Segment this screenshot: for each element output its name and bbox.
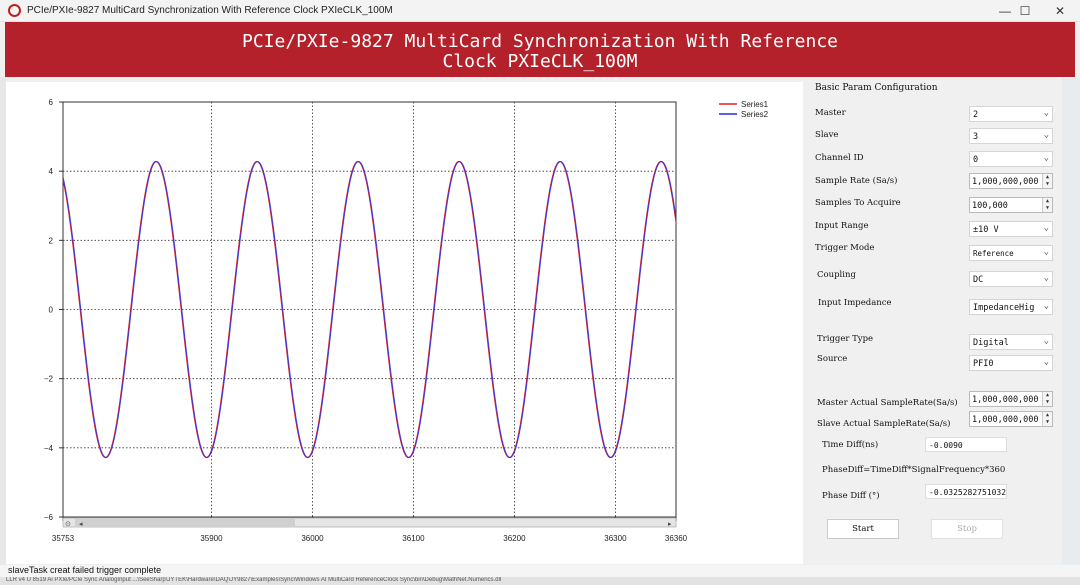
maximize-button[interactable]: ☐ xyxy=(1005,0,1045,22)
chevron-down-icon: ⌄ xyxy=(1043,153,1049,163)
title-bar: PCIe/PXIe-9827 MultiCard Synchronization… xyxy=(0,0,1080,22)
spin-arrows-icon[interactable]: ▲ ▼ xyxy=(1042,174,1052,188)
master-select[interactable]: 2 ⌄ xyxy=(969,106,1053,122)
banner-title-line1: PCIe/PXIe-9827 MultiCard Synchronization… xyxy=(241,31,839,52)
slave-actual-label: Slave Actual SampleRate(Sa/s) xyxy=(817,419,951,429)
trigger-mode-value: Reference xyxy=(973,249,1014,258)
source-label: Source xyxy=(817,354,848,364)
impedance-select[interactable]: ImpedanceHig ⌄ xyxy=(969,299,1053,315)
chevron-down-icon: ⌄ xyxy=(1043,130,1049,140)
right-edge xyxy=(1062,78,1080,565)
header-banner: PCIe/PXIe-9827 MultiCard Synchronization… xyxy=(5,22,1075,77)
x-tick-label: 35900 xyxy=(200,534,223,543)
x-tick-label: 35753 xyxy=(52,534,75,543)
channel-select[interactable]: 0 ⌄ xyxy=(969,151,1053,167)
x-tick-label: 36300 xyxy=(604,534,627,543)
channel-label: Channel ID xyxy=(815,153,864,163)
y-tick-label: −6 xyxy=(44,513,54,522)
chevron-down-icon: ⌄ xyxy=(1043,108,1049,118)
coupling-value: DC xyxy=(973,275,984,285)
trigger-mode-select[interactable]: Reference ⌄ xyxy=(969,245,1053,261)
waveform-chart: 35753 35900 36000 36100 36200 36300 36360 6 4 2 0 −… xyxy=(6,82,803,564)
trigger-type-value: Digital xyxy=(973,338,1009,348)
master-actual-value: 1,000,000,000 xyxy=(972,395,1039,405)
samples-input[interactable]: 100,000 ▲ ▼ xyxy=(969,197,1053,213)
x-tick-label: 36100 xyxy=(402,534,425,543)
phase-formula: PhaseDiff=TimeDiff*SignalFrequency*360 xyxy=(822,465,1006,475)
impedance-value: ImpedanceHig xyxy=(973,303,1035,313)
spin-arrows-icon[interactable]: ▲ ▼ xyxy=(1042,412,1052,426)
scroll-left-icon: ◂ xyxy=(79,521,83,528)
chevron-down-icon: ⌄ xyxy=(1043,223,1049,233)
coupling-label: Coupling xyxy=(817,270,856,280)
scroll-right-icon: ▸ xyxy=(668,521,672,528)
phase-diff-field[interactable]: -0.0325282751032410 xyxy=(925,484,1007,499)
input-range-select[interactable]: ±10 V ⌄ xyxy=(969,221,1053,237)
zoom-reset-icon: ⊙ xyxy=(65,521,71,528)
slave-select[interactable]: 3 ⌄ xyxy=(969,128,1053,144)
time-diff-field[interactable]: -0.0090 xyxy=(925,437,1007,452)
sample-rate-value: 1,000,000,000 xyxy=(972,177,1039,187)
samples-value: 100,000 xyxy=(972,201,1008,211)
master-actual-label: Master Actual SampleRate(Sa/s) xyxy=(817,398,958,408)
coupling-select[interactable]: DC ⌄ xyxy=(969,271,1053,287)
stop-button[interactable]: Stop xyxy=(931,519,1003,539)
sample-rate-input[interactable]: 1,000,000,000 ▲ ▼ xyxy=(969,173,1053,189)
trigger-mode-label: Trigger Mode xyxy=(815,243,875,253)
trigger-type-label: Trigger Type xyxy=(817,334,874,344)
spin-arrows-icon[interactable]: ▲ ▼ xyxy=(1042,198,1052,212)
window-title: PCIe/PXIe-9827 MultiCard Synchronization… xyxy=(27,5,393,16)
banner-title-line2: Clock PXIeCLK_100M xyxy=(442,51,638,72)
master-actual-input[interactable]: 1,000,000,000 ▲ ▼ xyxy=(969,391,1053,407)
master-value: 2 xyxy=(973,110,979,120)
chevron-down-icon: ⌄ xyxy=(1043,357,1049,367)
chevron-down-icon: ⌄ xyxy=(1043,336,1049,346)
path-strip: LLR v4 U 8519 Ai PXIe/PCIe Sync AnalogIn… xyxy=(0,577,1080,585)
spin-arrows-icon[interactable]: ▲ ▼ xyxy=(1042,392,1052,406)
slave-actual-input[interactable]: 1,000,000,000 ▲ ▼ xyxy=(969,411,1053,427)
samples-label: Samples To Acquire xyxy=(815,198,901,208)
x-tick-label: 36200 xyxy=(503,534,526,543)
waveform-chart-svg: 35753 35900 36000 36100 36200 36300 36360 6 4 2 0 −… xyxy=(44,98,769,543)
trigger-type-select[interactable]: Digital ⌄ xyxy=(969,334,1053,350)
phase-diff-label: Phase Diff (°) xyxy=(822,491,880,501)
chart-scrollbar-thumb xyxy=(75,519,295,526)
master-label: Master xyxy=(815,108,846,118)
x-tick-label: 36000 xyxy=(301,534,324,543)
y-tick-label: −4 xyxy=(44,444,54,453)
y-tick-label: 4 xyxy=(49,167,54,176)
input-range-label: Input Range xyxy=(815,221,869,231)
chevron-down-icon: ⌄ xyxy=(1043,301,1049,311)
slave-label: Slave xyxy=(815,130,839,140)
app-icon xyxy=(8,4,21,17)
chevron-down-icon: ⌄ xyxy=(1043,247,1049,257)
legend-label: Series1 xyxy=(741,100,769,109)
section-title: Basic Param Configuration xyxy=(815,83,938,93)
legend-label: Series2 xyxy=(741,110,769,119)
y-tick-label: −2 xyxy=(44,375,54,384)
status-bar: slaveTask creat failed trigger complete xyxy=(0,565,1080,577)
impedance-label: Input Impedance xyxy=(818,298,892,308)
y-tick-label: 2 xyxy=(49,236,54,245)
y-tick-label: 6 xyxy=(49,98,54,107)
channel-value: 0 xyxy=(973,155,979,165)
x-tick-label: 36360 xyxy=(665,534,688,543)
sample-rate-label: Sample Rate (Sa/s) xyxy=(815,176,898,186)
start-button[interactable]: Start xyxy=(827,519,899,539)
config-panel: Basic Param Configuration Master 2 ⌄ Slav… xyxy=(806,78,1061,565)
y-tick-label: 0 xyxy=(49,306,54,315)
input-range-value: ±10 V xyxy=(973,225,999,235)
slave-value: 3 xyxy=(973,132,979,142)
app-window: PCIe/PXIe-9827 MultiCard Synchronization… xyxy=(0,0,1080,585)
chevron-down-icon: ⌄ xyxy=(1043,273,1049,283)
close-button[interactable]: ✕ xyxy=(1040,0,1080,22)
source-select[interactable]: PFI0 ⌄ xyxy=(969,355,1053,371)
time-diff-label: Time Diff(ns) xyxy=(822,440,879,450)
source-value: PFI0 xyxy=(973,359,994,369)
slave-actual-value: 1,000,000,000 xyxy=(972,415,1039,425)
